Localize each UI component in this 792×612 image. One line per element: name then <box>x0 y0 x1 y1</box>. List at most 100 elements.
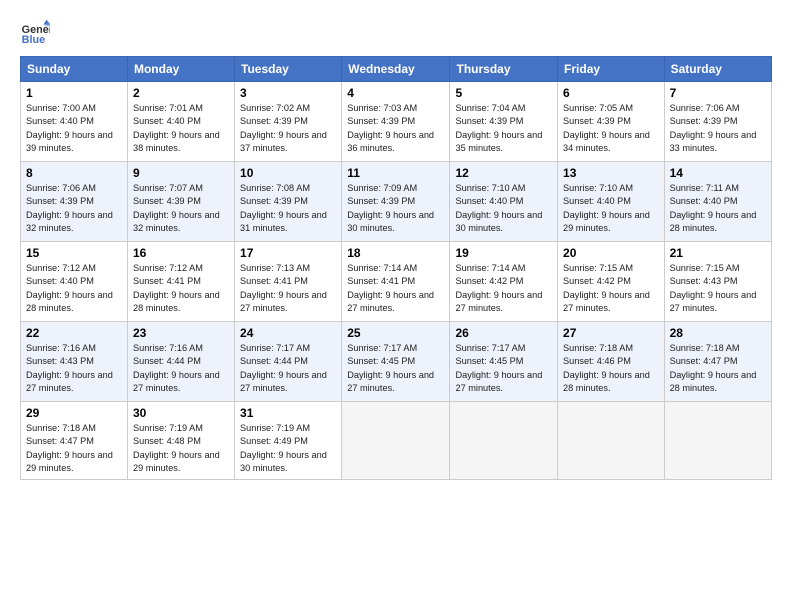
weekday-header: Thursday <box>450 57 558 82</box>
calendar-cell: 13 Sunrise: 7:10 AMSunset: 4:40 PMDaylig… <box>558 162 665 242</box>
calendar-cell: 5 Sunrise: 7:04 AMSunset: 4:39 PMDayligh… <box>450 82 558 162</box>
calendar-table: SundayMondayTuesdayWednesdayThursdayFrid… <box>20 56 772 480</box>
calendar-cell: 10 Sunrise: 7:08 AMSunset: 4:39 PMDaylig… <box>235 162 342 242</box>
day-info: Sunrise: 7:02 AMSunset: 4:39 PMDaylight:… <box>240 103 327 153</box>
calendar-cell <box>342 402 450 480</box>
day-number: 19 <box>455 246 552 260</box>
calendar-cell: 18 Sunrise: 7:14 AMSunset: 4:41 PMDaylig… <box>342 242 450 322</box>
day-info: Sunrise: 7:12 AMSunset: 4:40 PMDaylight:… <box>26 263 113 313</box>
day-number: 1 <box>26 86 122 100</box>
calendar-cell: 11 Sunrise: 7:09 AMSunset: 4:39 PMDaylig… <box>342 162 450 242</box>
day-info: Sunrise: 7:10 AMSunset: 4:40 PMDaylight:… <box>455 183 542 233</box>
calendar-cell: 24 Sunrise: 7:17 AMSunset: 4:44 PMDaylig… <box>235 322 342 402</box>
svg-text:Blue: Blue <box>22 34 45 46</box>
day-number: 3 <box>240 86 336 100</box>
day-number: 25 <box>347 326 444 340</box>
day-number: 7 <box>670 86 766 100</box>
day-info: Sunrise: 7:06 AMSunset: 4:39 PMDaylight:… <box>670 103 757 153</box>
calendar-cell: 16 Sunrise: 7:12 AMSunset: 4:41 PMDaylig… <box>127 242 234 322</box>
day-number: 26 <box>455 326 552 340</box>
day-number: 24 <box>240 326 336 340</box>
day-number: 12 <box>455 166 552 180</box>
calendar-cell: 30 Sunrise: 7:19 AMSunset: 4:48 PMDaylig… <box>127 402 234 480</box>
calendar-cell <box>664 402 771 480</box>
day-number: 27 <box>563 326 659 340</box>
calendar-cell: 22 Sunrise: 7:16 AMSunset: 4:43 PMDaylig… <box>21 322 128 402</box>
day-number: 11 <box>347 166 444 180</box>
calendar-cell: 9 Sunrise: 7:07 AMSunset: 4:39 PMDayligh… <box>127 162 234 242</box>
calendar-cell: 14 Sunrise: 7:11 AMSunset: 4:40 PMDaylig… <box>664 162 771 242</box>
calendar-cell: 19 Sunrise: 7:14 AMSunset: 4:42 PMDaylig… <box>450 242 558 322</box>
day-number: 16 <box>133 246 229 260</box>
calendar-cell: 1 Sunrise: 7:00 AMSunset: 4:40 PMDayligh… <box>21 82 128 162</box>
day-info: Sunrise: 7:14 AMSunset: 4:41 PMDaylight:… <box>347 263 434 313</box>
calendar-cell: 29 Sunrise: 7:18 AMSunset: 4:47 PMDaylig… <box>21 402 128 480</box>
day-info: Sunrise: 7:16 AMSunset: 4:44 PMDaylight:… <box>133 343 220 393</box>
day-info: Sunrise: 7:13 AMSunset: 4:41 PMDaylight:… <box>240 263 327 313</box>
day-number: 13 <box>563 166 659 180</box>
weekday-header: Sunday <box>21 57 128 82</box>
calendar-cell: 25 Sunrise: 7:17 AMSunset: 4:45 PMDaylig… <box>342 322 450 402</box>
day-info: Sunrise: 7:11 AMSunset: 4:40 PMDaylight:… <box>670 183 757 233</box>
calendar-cell: 28 Sunrise: 7:18 AMSunset: 4:47 PMDaylig… <box>664 322 771 402</box>
day-info: Sunrise: 7:17 AMSunset: 4:45 PMDaylight:… <box>347 343 434 393</box>
calendar-cell: 12 Sunrise: 7:10 AMSunset: 4:40 PMDaylig… <box>450 162 558 242</box>
day-info: Sunrise: 7:19 AMSunset: 4:49 PMDaylight:… <box>240 423 327 473</box>
day-number: 6 <box>563 86 659 100</box>
calendar-cell: 3 Sunrise: 7:02 AMSunset: 4:39 PMDayligh… <box>235 82 342 162</box>
day-number: 21 <box>670 246 766 260</box>
day-info: Sunrise: 7:10 AMSunset: 4:40 PMDaylight:… <box>563 183 650 233</box>
weekday-header: Saturday <box>664 57 771 82</box>
day-info: Sunrise: 7:17 AMSunset: 4:45 PMDaylight:… <box>455 343 542 393</box>
day-number: 15 <box>26 246 122 260</box>
weekday-header: Tuesday <box>235 57 342 82</box>
calendar-cell: 27 Sunrise: 7:18 AMSunset: 4:46 PMDaylig… <box>558 322 665 402</box>
calendar-cell: 4 Sunrise: 7:03 AMSunset: 4:39 PMDayligh… <box>342 82 450 162</box>
day-info: Sunrise: 7:19 AMSunset: 4:48 PMDaylight:… <box>133 423 220 473</box>
day-number: 5 <box>455 86 552 100</box>
day-number: 9 <box>133 166 229 180</box>
day-number: 31 <box>240 406 336 420</box>
day-info: Sunrise: 7:18 AMSunset: 4:47 PMDaylight:… <box>670 343 757 393</box>
calendar-cell <box>450 402 558 480</box>
day-info: Sunrise: 7:17 AMSunset: 4:44 PMDaylight:… <box>240 343 327 393</box>
day-info: Sunrise: 7:07 AMSunset: 4:39 PMDaylight:… <box>133 183 220 233</box>
calendar-header-row: SundayMondayTuesdayWednesdayThursdayFrid… <box>21 57 772 82</box>
logo-icon: General Blue <box>20 18 50 48</box>
day-number: 18 <box>347 246 444 260</box>
day-info: Sunrise: 7:08 AMSunset: 4:39 PMDaylight:… <box>240 183 327 233</box>
day-number: 8 <box>26 166 122 180</box>
calendar-cell: 20 Sunrise: 7:15 AMSunset: 4:42 PMDaylig… <box>558 242 665 322</box>
day-info: Sunrise: 7:18 AMSunset: 4:46 PMDaylight:… <box>563 343 650 393</box>
day-number: 20 <box>563 246 659 260</box>
calendar-cell: 23 Sunrise: 7:16 AMSunset: 4:44 PMDaylig… <box>127 322 234 402</box>
calendar-cell: 7 Sunrise: 7:06 AMSunset: 4:39 PMDayligh… <box>664 82 771 162</box>
day-info: Sunrise: 7:16 AMSunset: 4:43 PMDaylight:… <box>26 343 113 393</box>
day-info: Sunrise: 7:12 AMSunset: 4:41 PMDaylight:… <box>133 263 220 313</box>
day-number: 10 <box>240 166 336 180</box>
calendar-cell: 31 Sunrise: 7:19 AMSunset: 4:49 PMDaylig… <box>235 402 342 480</box>
calendar-cell <box>558 402 665 480</box>
day-number: 14 <box>670 166 766 180</box>
header: General Blue <box>20 18 772 48</box>
day-number: 17 <box>240 246 336 260</box>
day-number: 4 <box>347 86 444 100</box>
day-info: Sunrise: 7:06 AMSunset: 4:39 PMDaylight:… <box>26 183 113 233</box>
day-number: 28 <box>670 326 766 340</box>
calendar-cell: 2 Sunrise: 7:01 AMSunset: 4:40 PMDayligh… <box>127 82 234 162</box>
day-info: Sunrise: 7:03 AMSunset: 4:39 PMDaylight:… <box>347 103 434 153</box>
weekday-header: Friday <box>558 57 665 82</box>
day-number: 22 <box>26 326 122 340</box>
day-number: 23 <box>133 326 229 340</box>
day-info: Sunrise: 7:09 AMSunset: 4:39 PMDaylight:… <box>347 183 434 233</box>
day-info: Sunrise: 7:14 AMSunset: 4:42 PMDaylight:… <box>455 263 542 313</box>
day-info: Sunrise: 7:18 AMSunset: 4:47 PMDaylight:… <box>26 423 113 473</box>
calendar-cell: 21 Sunrise: 7:15 AMSunset: 4:43 PMDaylig… <box>664 242 771 322</box>
day-info: Sunrise: 7:05 AMSunset: 4:39 PMDaylight:… <box>563 103 650 153</box>
day-number: 30 <box>133 406 229 420</box>
main-container: General Blue SundayMondayTuesdayWednesda… <box>0 0 792 490</box>
logo: General Blue <box>20 18 56 48</box>
calendar-cell: 6 Sunrise: 7:05 AMSunset: 4:39 PMDayligh… <box>558 82 665 162</box>
day-number: 29 <box>26 406 122 420</box>
day-info: Sunrise: 7:01 AMSunset: 4:40 PMDaylight:… <box>133 103 220 153</box>
